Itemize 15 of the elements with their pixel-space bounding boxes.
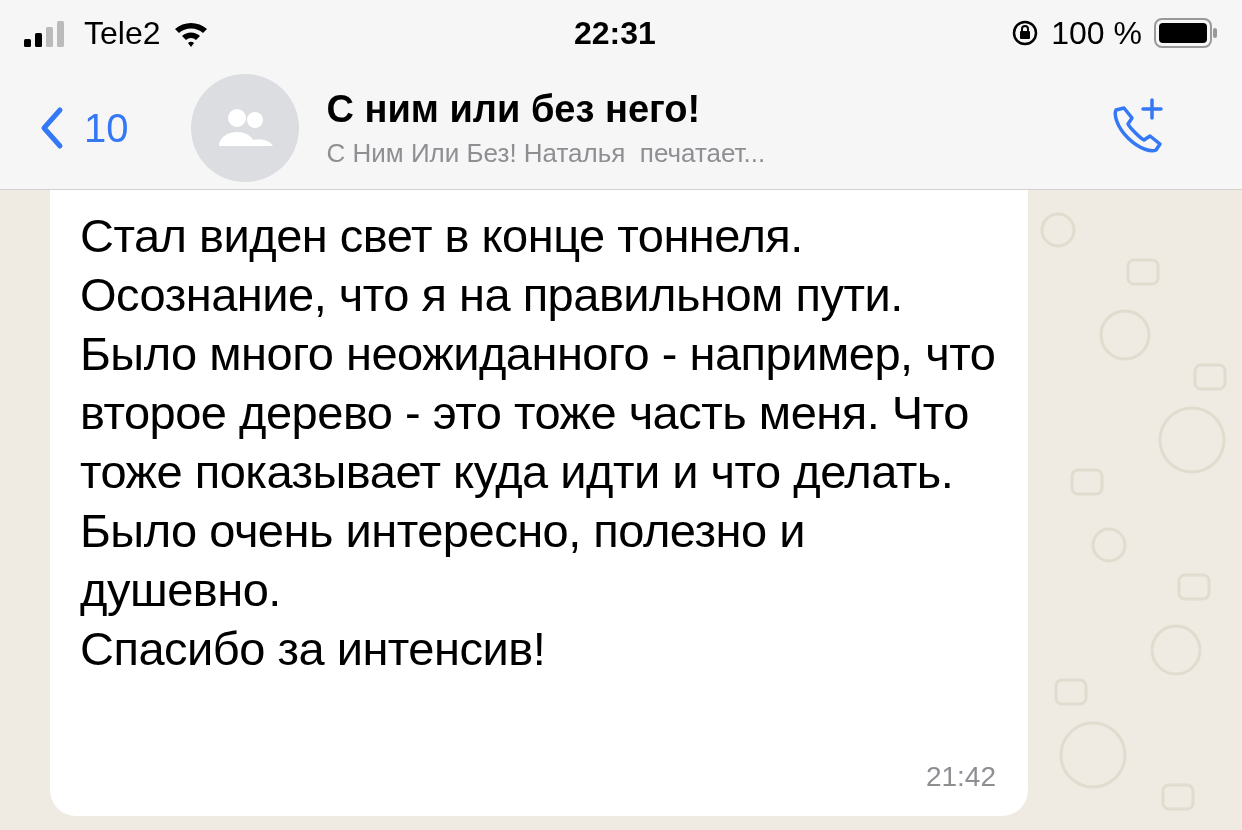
clock-time: 22:31	[574, 14, 656, 53]
chat-title: С ним или без него!	[326, 86, 702, 132]
back-chevron-icon	[40, 105, 64, 150]
message-paragraph: Осознание, что я на правильном пути.	[80, 267, 903, 323]
battery-percent: 100 %	[1051, 14, 1142, 53]
message-paragraph: Стал виден свет в конце тоннеля.	[80, 208, 803, 264]
rotation-lock-icon	[1011, 19, 1040, 47]
back-button[interactable]: 10	[40, 97, 129, 158]
message-paragraph: Было много неожиданного - например, что второе дерево - это тоже часть меня. Что тоже показывает куда идти и что делать.	[80, 326, 997, 500]
battery-icon	[1154, 18, 1218, 48]
message-time: 21:42	[925, 760, 996, 794]
message-paragraph: Спасибо за интенсив!	[80, 621, 546, 677]
carrier-name: Tele2	[84, 14, 161, 53]
chat-subtitle: С Ним Или Без! Наталья печатает...	[326, 137, 766, 170]
message-paragraph: Было очень интересно, полезно и душевно.	[80, 503, 806, 618]
